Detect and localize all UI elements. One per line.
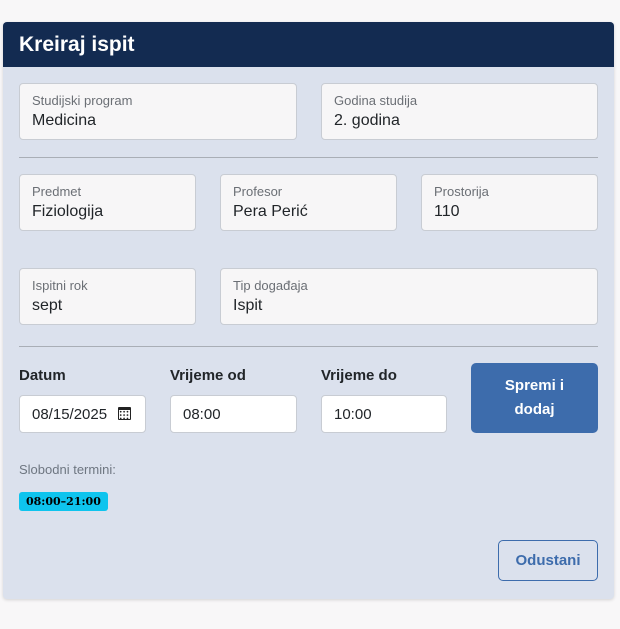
save-and-add-line2: dodaj — [514, 401, 555, 418]
exam-term-label: Ispitni rok — [32, 278, 88, 293]
free-slots-label: Slobodni termini: — [19, 462, 116, 477]
time-to-value: 10:00 — [334, 405, 372, 423]
date-value: 08/15/2025 — [32, 405, 108, 423]
cancel-button[interactable]: Odustani — [498, 540, 598, 581]
exam-term-select[interactable]: Ispitni rok sept — [19, 268, 196, 325]
time-from-value: 08:00 — [183, 405, 221, 423]
event-type-select[interactable]: Tip događaja Ispit — [220, 268, 598, 325]
professor-select[interactable]: Profesor Pera Perić — [220, 174, 397, 231]
divider-top — [19, 157, 598, 158]
professor-label: Profesor — [233, 184, 283, 199]
subject-select[interactable]: Predmet Fiziologija — [19, 174, 196, 231]
study-year-select[interactable]: Godina studija 2. godina — [321, 83, 598, 140]
professor-value: Pera Perić — [233, 203, 308, 220]
room-label: Prostorija — [434, 184, 489, 199]
modal-title: Kreiraj ispit — [19, 32, 135, 56]
event-type-label: Tip događaja — [233, 278, 308, 293]
divider-bottom — [19, 346, 598, 347]
time-to-label: Vrijeme do — [321, 367, 397, 384]
date-label: Datum — [19, 367, 66, 384]
study-year-value: 2. godina — [334, 112, 400, 129]
study-program-select[interactable]: Studijski program Medicina — [19, 83, 297, 140]
time-from-input[interactable]: 08:00 — [170, 395, 297, 433]
free-slot-badge: 08:00–21:00 — [19, 492, 108, 511]
save-and-add-button[interactable]: Spremi i dodaj — [471, 363, 598, 433]
calendar-icon[interactable] — [118, 407, 131, 420]
time-to-input[interactable]: 10:00 — [321, 395, 447, 433]
study-program-value: Medicina — [32, 112, 97, 129]
room-value: 110 — [434, 203, 460, 220]
event-type-value: Ispit — [233, 297, 263, 314]
time-from-label: Vrijeme od — [170, 367, 246, 384]
create-exam-modal: Kreiraj ispit Studijski program Medicina… — [3, 22, 614, 599]
exam-term-value: sept — [32, 297, 63, 314]
study-year-label: Godina studija — [334, 93, 418, 108]
save-and-add-line1: Spremi i — [504, 377, 565, 394]
modal-header: Kreiraj ispit — [3, 22, 614, 67]
study-program-label: Studijski program — [32, 93, 133, 108]
room-select[interactable]: Prostorija 110 — [421, 174, 598, 231]
subject-value: Fiziologija — [32, 203, 104, 220]
date-input[interactable]: 08/15/2025 — [19, 395, 146, 433]
subject-label: Predmet — [32, 184, 82, 199]
